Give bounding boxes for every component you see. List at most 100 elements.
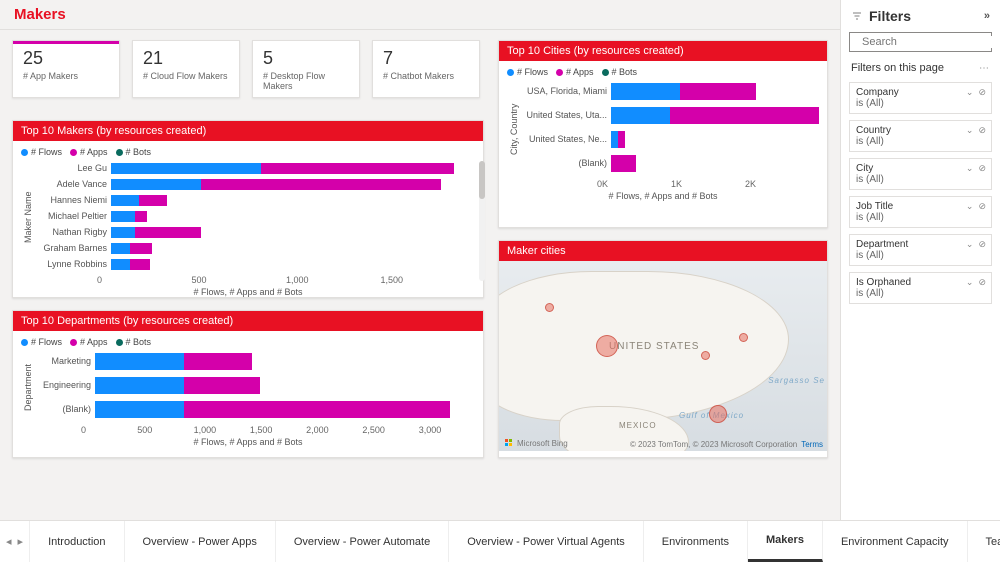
bar-segment[interactable] xyxy=(130,243,151,254)
map-bubble[interactable] xyxy=(701,351,710,360)
bar-segment[interactable] xyxy=(130,259,149,270)
bar-row[interactable]: (Blank) xyxy=(35,399,475,419)
clear-filter-icon[interactable]: ⊘ xyxy=(978,239,986,250)
bar-segment[interactable] xyxy=(111,243,130,254)
bar-segment[interactable] xyxy=(611,83,680,100)
page-tab-bar: ◂ ▸ IntroductionOverview - Power AppsOve… xyxy=(0,520,1000,562)
bar-segment[interactable] xyxy=(680,83,755,100)
kpi-card[interactable]: 7# Chatbot Makers xyxy=(372,40,480,98)
bar-segment[interactable] xyxy=(95,353,184,370)
bar-segment[interactable] xyxy=(95,377,184,394)
scrollbar[interactable] xyxy=(479,161,485,281)
bar-row[interactable]: Lee Gu xyxy=(35,161,475,175)
bar-segment[interactable] xyxy=(95,401,184,418)
filter-card[interactable]: Job Titleis (All)⌄⊘ xyxy=(849,196,992,228)
map-bubble[interactable] xyxy=(545,303,554,312)
map-sargasso-label: Sargasso Se xyxy=(768,376,825,385)
chevron-down-icon[interactable]: ⌄ xyxy=(966,87,974,98)
clear-filter-icon[interactable]: ⊘ xyxy=(978,277,986,288)
bar-row[interactable]: (Blank) xyxy=(521,153,819,173)
filter-card[interactable]: Departmentis (All)⌄⊘ xyxy=(849,234,992,266)
clear-filter-icon[interactable]: ⊘ xyxy=(978,201,986,212)
bar-segment[interactable] xyxy=(184,377,260,394)
tab-nav-prev-icon[interactable]: ◂ xyxy=(6,535,12,548)
bar-row[interactable]: Graham Barnes xyxy=(35,241,475,255)
page-tab[interactable]: Overview - Power Automate xyxy=(276,521,449,562)
filters-search-input[interactable] xyxy=(862,36,1000,48)
bar-segment[interactable] xyxy=(111,211,135,222)
top-cities-visual[interactable]: Top 10 Cities (by resources created) # F… xyxy=(498,40,828,228)
bar-row[interactable]: Lynne Robbins xyxy=(35,257,475,271)
bar-row[interactable]: USA, Florida, Miami xyxy=(521,81,819,101)
bar-row[interactable]: Engineering xyxy=(35,375,475,395)
map-bubble[interactable] xyxy=(739,333,748,342)
filters-search[interactable] xyxy=(849,32,992,52)
collapse-filters-icon[interactable]: » xyxy=(984,10,990,22)
bar-segment[interactable] xyxy=(111,179,201,190)
bar-segment[interactable] xyxy=(135,227,201,238)
map-bubble[interactable] xyxy=(709,405,727,423)
bar-segment[interactable] xyxy=(135,211,148,222)
bar-segment[interactable] xyxy=(611,107,670,124)
bar-segment[interactable] xyxy=(261,163,454,174)
page-tab[interactable]: Overview - Power Apps xyxy=(125,521,276,562)
kpi-card[interactable]: 5# Desktop Flow Makers xyxy=(252,40,360,98)
bar-segment[interactable] xyxy=(611,131,618,148)
bar-segment[interactable] xyxy=(611,155,636,172)
kpi-label: # Chatbot Makers xyxy=(383,71,469,81)
filter-card[interactable]: Cityis (All)⌄⊘ xyxy=(849,158,992,190)
x-tick: 2,500 xyxy=(362,425,418,435)
bar-row[interactable]: Nathan Rigby xyxy=(35,225,475,239)
filter-card[interactable]: Companyis (All)⌄⊘ xyxy=(849,82,992,114)
bar-category-label: United States, Uta... xyxy=(521,110,611,120)
page-tab[interactable]: Introduction xyxy=(30,521,124,562)
chevron-down-icon[interactable]: ⌄ xyxy=(966,201,974,212)
bots-legend-label: # Bots xyxy=(126,147,152,157)
kpi-card[interactable]: 21# Cloud Flow Makers xyxy=(132,40,240,98)
top-makers-visual[interactable]: Top 10 Makers (by resources created) # F… xyxy=(12,120,484,298)
bar-segment[interactable] xyxy=(111,195,139,206)
legend: # Flows # Apps # Bots xyxy=(21,147,475,157)
tab-nav-next-icon[interactable]: ▸ xyxy=(18,535,24,548)
map-canvas[interactable]: UNITED STATES MEXICO Gulf of Mexico Sarg… xyxy=(499,261,827,451)
clear-filter-icon[interactable]: ⊘ xyxy=(978,125,986,136)
page-tab[interactable]: Environments xyxy=(644,521,748,562)
bar-segment[interactable] xyxy=(184,401,450,418)
bar-segment[interactable] xyxy=(618,131,625,148)
bar-row[interactable]: Michael Peltier xyxy=(35,209,475,223)
filters-section-more-icon[interactable]: ⋯ xyxy=(979,63,990,74)
bar-row[interactable]: United States, Ne... xyxy=(521,129,819,149)
page-tab[interactable]: Overview - Power Virtual Agents xyxy=(449,521,644,562)
bar-row[interactable]: Hannes Niemi xyxy=(35,193,475,207)
bar-segment[interactable] xyxy=(111,227,135,238)
map-terms-link[interactable]: Terms xyxy=(801,440,823,449)
page-tab[interactable]: Makers xyxy=(748,521,823,562)
filter-icon xyxy=(851,10,863,22)
y-axis-label: City, Country xyxy=(507,81,521,177)
bar-row[interactable]: Marketing xyxy=(35,351,475,371)
chevron-down-icon[interactable]: ⌄ xyxy=(966,163,974,174)
bar-segment[interactable] xyxy=(184,353,252,370)
bar-segment[interactable] xyxy=(111,259,130,270)
bar-row[interactable]: Adele Vance xyxy=(35,177,475,191)
map-country-label: UNITED STATES xyxy=(609,341,699,352)
chevron-down-icon[interactable]: ⌄ xyxy=(966,239,974,250)
chevron-down-icon[interactable]: ⌄ xyxy=(966,277,974,288)
clear-filter-icon[interactable]: ⊘ xyxy=(978,163,986,174)
top-departments-visual[interactable]: Top 10 Departments (by resources created… xyxy=(12,310,484,458)
maker-cities-map[interactable]: Maker cities UNITED STATES MEXICO Gulf o… xyxy=(498,240,828,458)
kpi-card[interactable]: 25# App Makers xyxy=(12,40,120,98)
page-tab[interactable]: Environment Capacity xyxy=(823,521,968,562)
bar-segment[interactable] xyxy=(111,163,261,174)
chevron-down-icon[interactable]: ⌄ xyxy=(966,125,974,136)
bar-segment[interactable] xyxy=(670,107,819,124)
page-tab[interactable]: Teams Environments xyxy=(968,521,1000,562)
map-bubble[interactable] xyxy=(596,335,618,357)
clear-filter-icon[interactable]: ⊘ xyxy=(978,87,986,98)
apps-legend-label: # Apps xyxy=(566,67,594,77)
bar-segment[interactable] xyxy=(139,195,167,206)
bar-row[interactable]: United States, Uta... xyxy=(521,105,819,125)
filter-card[interactable]: Countryis (All)⌄⊘ xyxy=(849,120,992,152)
filter-card[interactable]: Is Orphanedis (All)⌄⊘ xyxy=(849,272,992,304)
bar-segment[interactable] xyxy=(201,179,441,190)
